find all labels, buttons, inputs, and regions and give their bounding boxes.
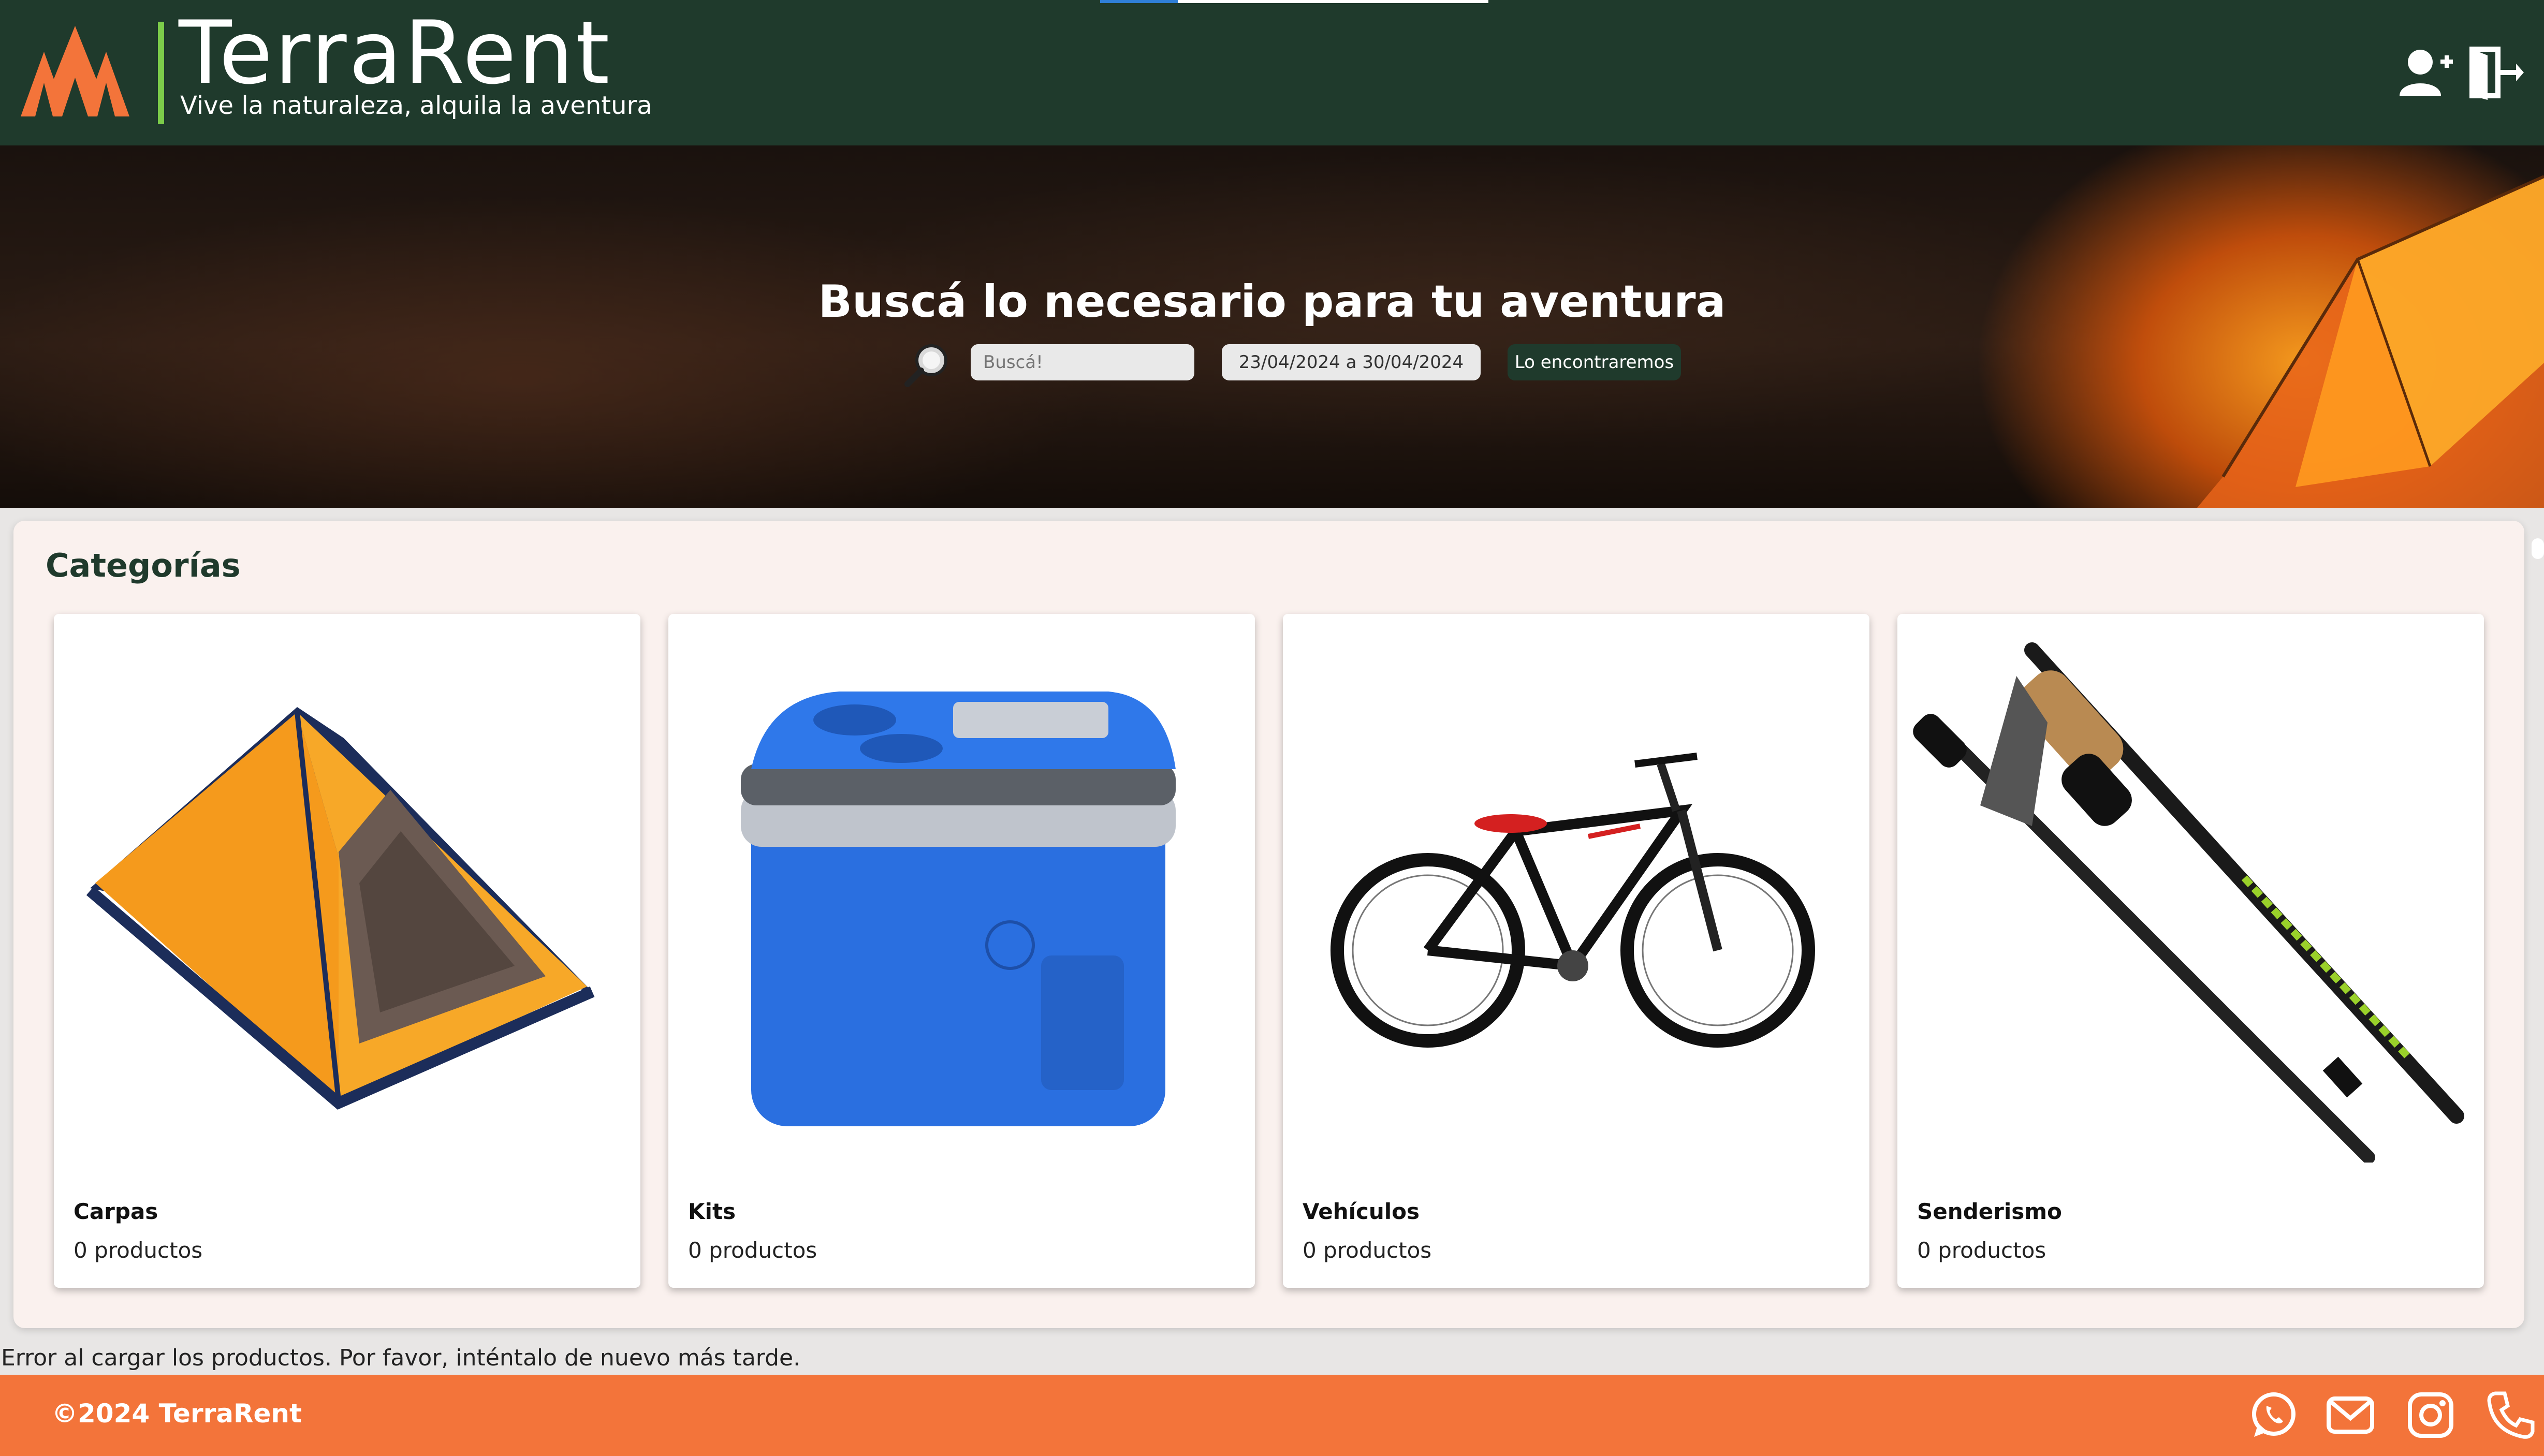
trekking-poles-image (1913, 642, 2464, 1163)
hero-title: Buscá lo necesario para tu aventura (818, 276, 1726, 328)
loading-indicator (1100, 0, 1178, 3)
date-range-picker[interactable]: 23/04/2024 a 30/04/2024 (1222, 344, 1481, 380)
instagram-icon[interactable] (2405, 1389, 2457, 1441)
tent-image (86, 707, 595, 1110)
category-card-carpas[interactable]: Carpas 0 productos (54, 614, 640, 1288)
categories-title: Categorías (46, 547, 241, 584)
tent-background-image (2197, 175, 2544, 508)
scrollbar-thumb[interactable] (2532, 538, 2544, 559)
category-name: Carpas (74, 1199, 158, 1224)
site-header: TerraRent Vive la naturaleza, alquila la… (0, 0, 2544, 145)
cooler-image (741, 692, 1176, 1126)
loading-track (1178, 0, 1488, 3)
category-count: 0 productos (1303, 1238, 1432, 1263)
category-card-vehiculos[interactable]: Vehículos 0 productos (1283, 614, 1869, 1288)
whatsapp-icon[interactable] (2247, 1389, 2299, 1441)
mail-icon[interactable] (2324, 1389, 2376, 1441)
error-message: Error al cargar los productos. Por favor… (1, 1345, 801, 1371)
category-card-kits[interactable]: Kits 0 productos (668, 614, 1255, 1288)
user-plus-icon[interactable] (2397, 44, 2454, 101)
category-count: 0 productos (74, 1238, 203, 1263)
brand-tagline: Vive la naturaleza, alquila la aventura (180, 91, 652, 120)
category-name: Kits (688, 1199, 736, 1224)
logo-divider (158, 22, 164, 124)
search-button[interactable]: Lo encontraremos (1508, 344, 1681, 380)
search-icon[interactable] (903, 341, 951, 388)
logo-icon[interactable] (21, 21, 129, 124)
bicycle-image (1331, 753, 1815, 1048)
copyright-text: ©2024 TerraRent (52, 1399, 302, 1429)
categories-panel: Categorías Carpas 0 productos Kits 0 pro… (13, 521, 2524, 1328)
hero-banner: Buscá lo necesario para tu aventura 23/0… (0, 145, 2544, 508)
brand-name[interactable]: TerraRent (179, 9, 611, 96)
site-footer: ©2024 TerraRent (0, 1375, 2544, 1456)
category-name: Vehículos (1303, 1199, 1420, 1224)
search-input[interactable] (971, 344, 1194, 380)
category-count: 0 productos (1917, 1238, 2046, 1263)
logout-icon[interactable] (2467, 44, 2524, 101)
category-card-senderismo[interactable]: Senderismo 0 productos (1897, 614, 2484, 1288)
category-name: Senderismo (1917, 1199, 2062, 1224)
category-count: 0 productos (688, 1238, 817, 1263)
phone-icon[interactable] (2485, 1389, 2537, 1441)
